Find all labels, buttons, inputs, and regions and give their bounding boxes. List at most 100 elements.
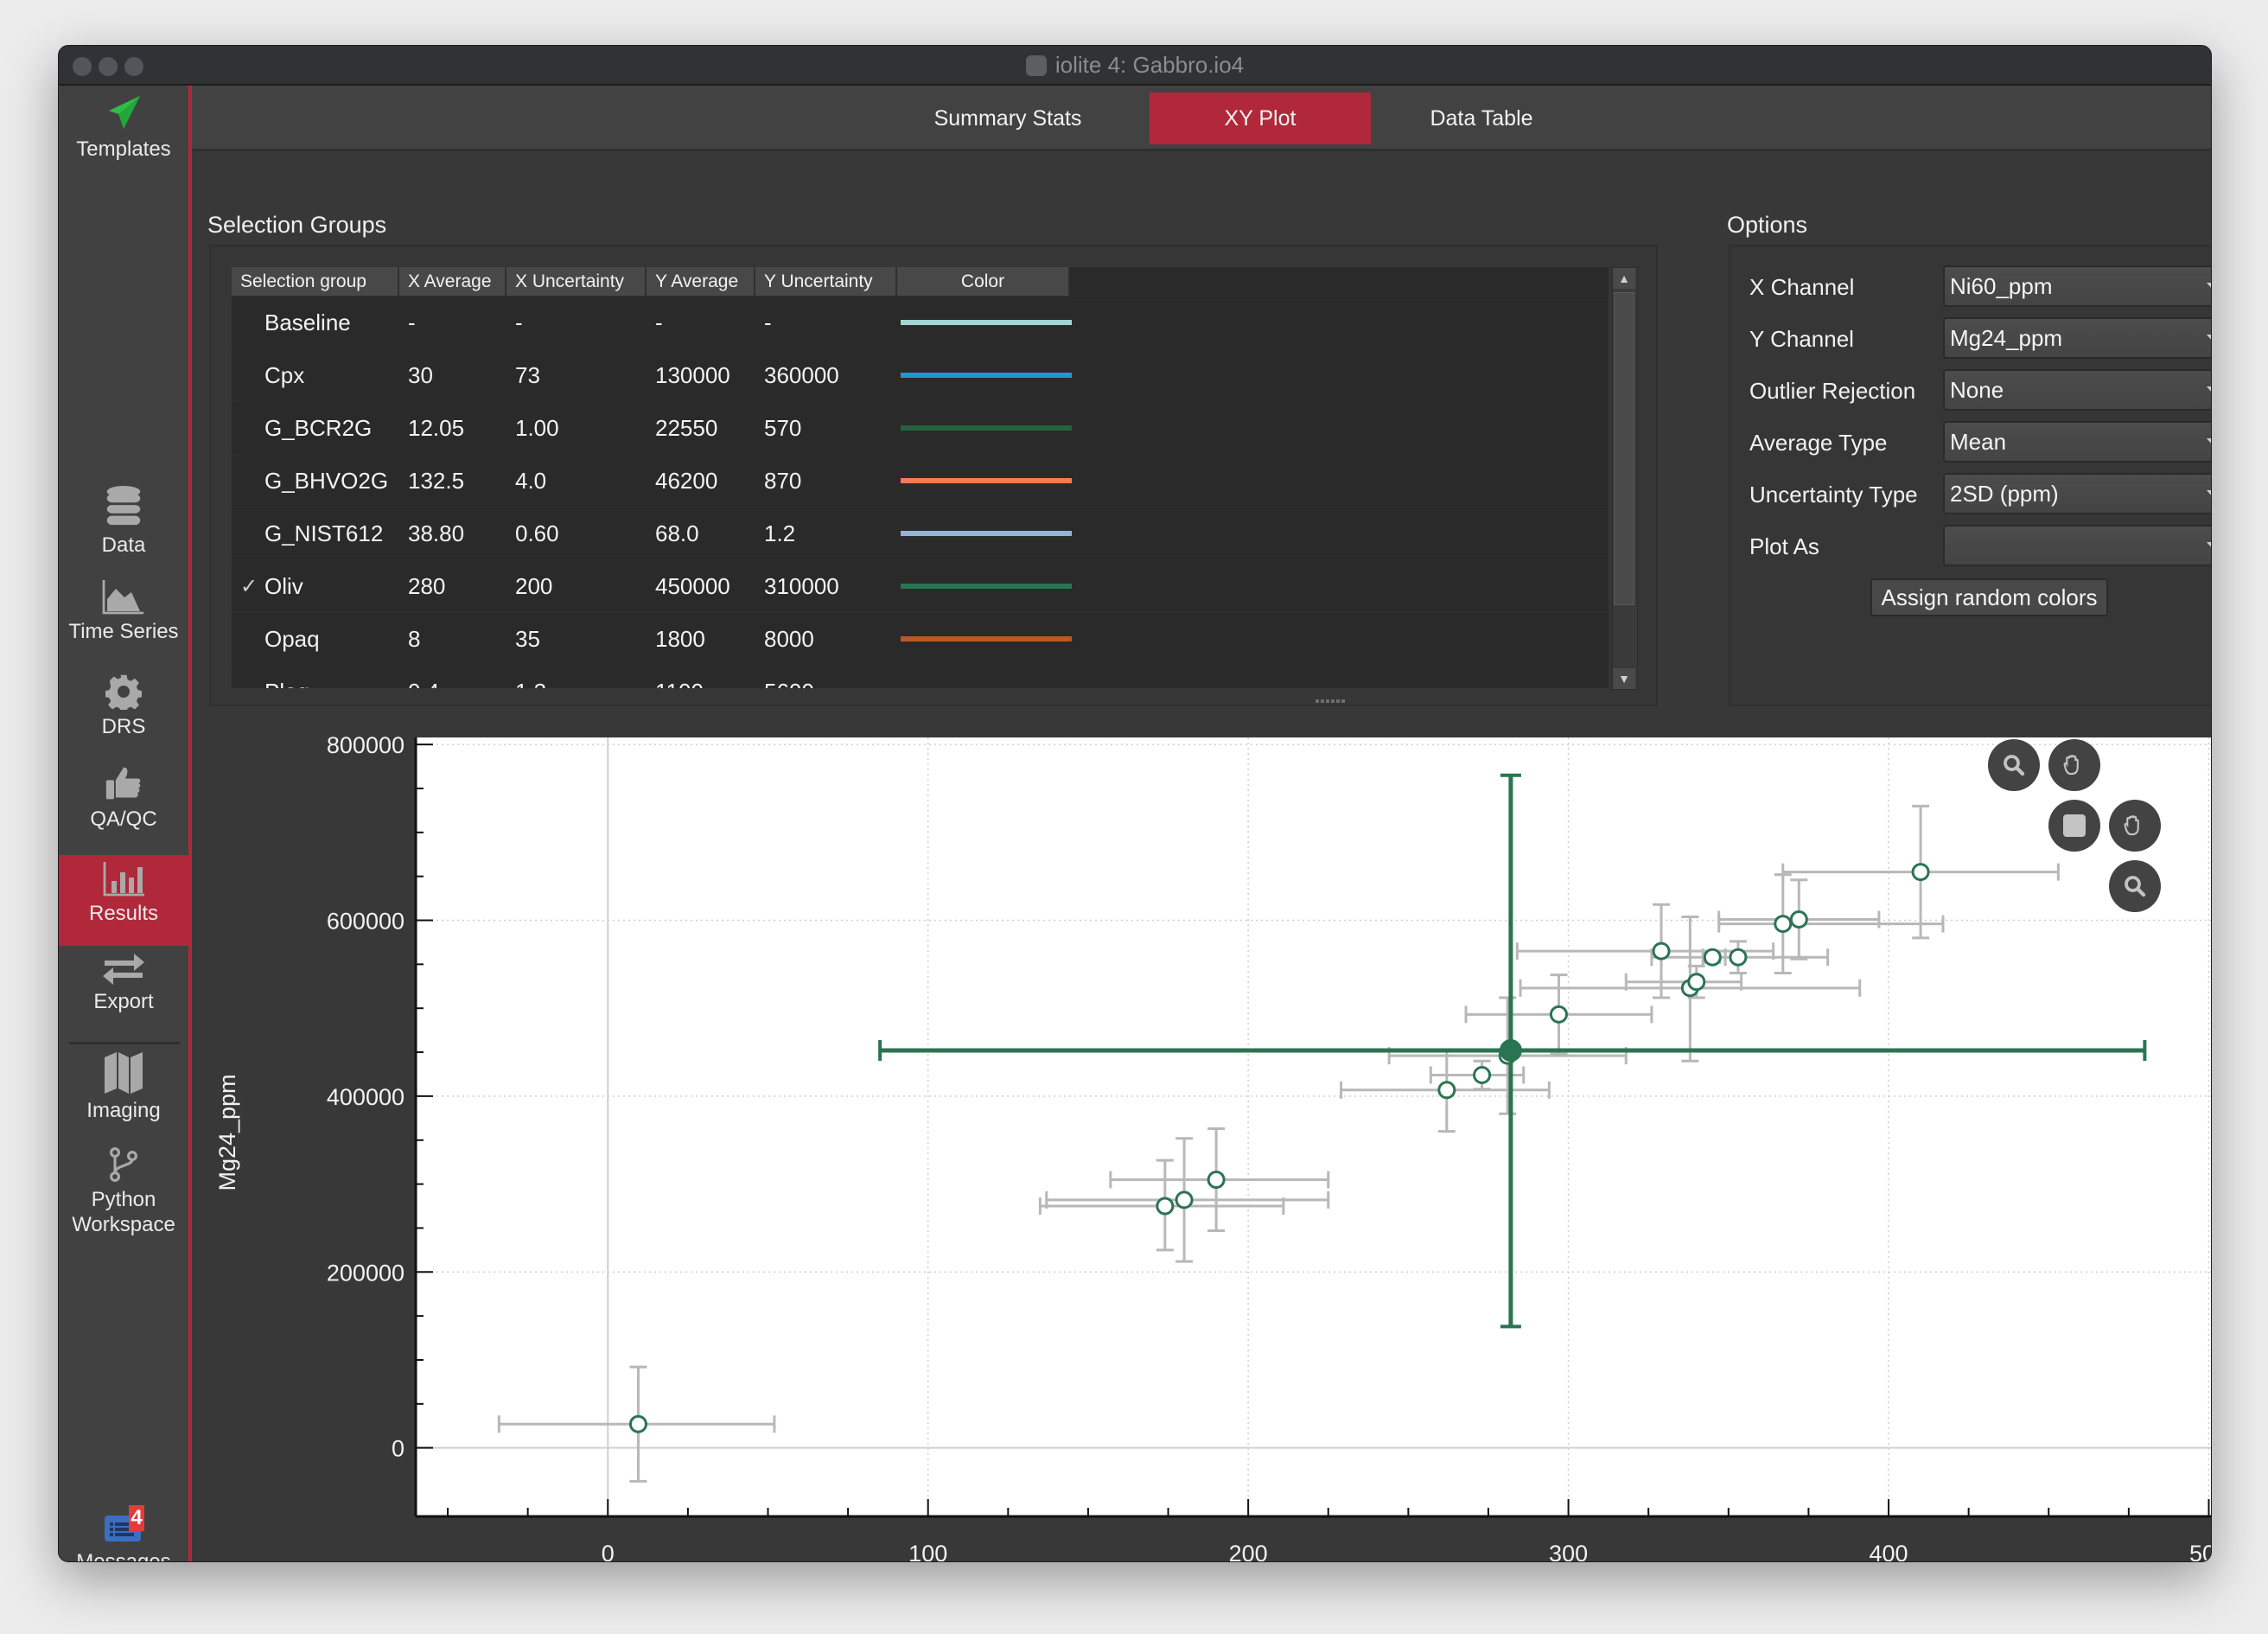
sidebar-item-label: Data	[101, 533, 146, 557]
scroll-down-arrow-icon[interactable]: ▼	[1613, 668, 1635, 689]
table-row[interactable]: ✓ Oliv 280 200 450000 310000	[232, 559, 1609, 612]
tab-summary-stats[interactable]: Summary Stats	[904, 93, 1112, 144]
cell-y-uncertainty: 870	[764, 467, 802, 494]
sidebar-item-label: Imaging	[86, 1099, 161, 1122]
scroll-up-arrow-icon[interactable]: ▲	[1613, 268, 1635, 289]
table-row[interactable]: G_NIST612 38.80 0.60 68.0 1.2	[232, 507, 1609, 559]
thumbs-up-icon	[105, 767, 141, 800]
data-point[interactable]	[1175, 1190, 1194, 1210]
column-header-x-average[interactable]: X Average	[399, 267, 506, 296]
data-point[interactable]	[1911, 863, 1930, 882]
table-row[interactable]: Baseline - - - -	[232, 296, 1609, 348]
cell-y-average: 1100	[647, 679, 755, 689]
group-color-swatch[interactable]	[901, 636, 1072, 641]
outlier-rejection-select[interactable]: None	[1943, 369, 2211, 411]
group-color-swatch[interactable]	[901, 584, 1072, 589]
pan-hand-icon[interactable]	[2109, 800, 2161, 852]
table-row[interactable]: Cpx 30 73 130000 360000	[232, 348, 1609, 401]
stop-square-icon[interactable]	[2048, 800, 2100, 852]
row-checkbox[interactable]: ✓	[240, 574, 261, 599]
data-point[interactable]	[1207, 1171, 1226, 1190]
plot-as-select[interactable]	[1943, 525, 2211, 566]
sidebar-item-python-workspace[interactable]: Python Workspace	[59, 1147, 188, 1260]
cell-y-average: 130000	[655, 361, 730, 388]
cell-x-average: 38.80	[408, 520, 465, 546]
chevron-down-icon	[2207, 283, 2211, 290]
column-header-y-average[interactable]: Y Average	[647, 267, 755, 296]
cell-x-uncertainty: 0.60	[515, 520, 559, 546]
data-point[interactable]	[1652, 941, 1671, 961]
cell-y-uncertainty: 1.2	[764, 520, 796, 546]
scrollbar-thumb[interactable]	[1614, 292, 1634, 605]
zoom-icon[interactable]	[1988, 739, 2040, 791]
column-header-y-uncertainty[interactable]: Y Uncertainty	[755, 267, 897, 296]
sidebar-separator	[69, 1042, 180, 1044]
data-point[interactable]	[1437, 1081, 1456, 1100]
group-color-swatch[interactable]	[901, 373, 1072, 378]
gear-icon	[105, 674, 142, 710]
sidebar-item-time-series[interactable]: Time Series	[59, 578, 188, 665]
column-header-x-uncertainty[interactable]: X Uncertainty	[506, 267, 647, 296]
assign-random-colors-button[interactable]: Assign random colors	[1870, 578, 2108, 616]
cell-y-average: 68.0	[655, 520, 699, 546]
panel-splitter-handle[interactable]	[1316, 699, 1350, 705]
pan-hand-icon[interactable]	[2048, 739, 2100, 791]
sidebar-item-label: Results	[88, 902, 159, 925]
chevron-down-icon	[2207, 386, 2211, 394]
table-row[interactable]: G_BCR2G 12.05 1.00 22550 570	[232, 401, 1609, 454]
sidebar-item-results[interactable]: Results	[59, 855, 188, 946]
group-color-swatch[interactable]	[901, 425, 1072, 431]
xy-plot[interactable]: 0 100 200 300 400 500 0 200000 400000 600000 80000…	[192, 726, 2211, 1562]
option-label: X Channel	[1749, 274, 1855, 300]
data-point[interactable]	[1789, 910, 1808, 929]
cell-selection-group: G_BCR2G	[264, 414, 373, 441]
cell-selection-group: Plag	[232, 679, 399, 689]
table-scrollbar[interactable]: ▲ ▼	[1612, 267, 1638, 690]
sidebar-item-export[interactable]: Export	[59, 952, 188, 1038]
data-point[interactable]	[1687, 973, 1706, 992]
group-color-swatch[interactable]	[901, 478, 1072, 483]
data-point[interactable]	[628, 1414, 647, 1433]
mean-data-point[interactable]	[1499, 1039, 1522, 1063]
sidebar-item-templates[interactable]: Templates	[59, 93, 188, 170]
tab-data-table[interactable]: Data Table	[1371, 93, 1592, 144]
data-point[interactable]	[1774, 915, 1793, 934]
sidebar: Templates Data Time Series DRS QA/QC Res…	[59, 86, 188, 1561]
data-point[interactable]	[1549, 1005, 1568, 1024]
column-header-color[interactable]: Color	[897, 267, 1070, 296]
data-point[interactable]	[1156, 1197, 1175, 1216]
paper-plane-icon	[108, 95, 141, 130]
sidebar-item-qaqc[interactable]: QA/QC	[59, 764, 188, 851]
group-color-swatch[interactable]	[901, 531, 1072, 536]
sidebar-item-drs[interactable]: DRS	[59, 673, 188, 760]
group-color-swatch[interactable]	[901, 320, 1072, 325]
results-tab-bar: Summary Stats XY Plot Data Table	[192, 86, 2211, 151]
table-row[interactable]: G_BHVO2G 132.5 4.0 46200 870	[232, 454, 1609, 507]
sidebar-item-label: DRS	[101, 715, 146, 738]
map-icon	[105, 1052, 143, 1094]
option-plot-as: Plot As	[1749, 525, 2211, 568]
x-channel-select[interactable]: Ni60_ppm	[1943, 265, 2211, 307]
plot-area[interactable]	[416, 737, 2211, 1516]
sidebar-item-messages[interactable]: 4 Messages	[59, 1505, 188, 1561]
tab-xy-plot[interactable]: XY Plot	[1150, 93, 1371, 144]
y-channel-select[interactable]: Mg24_ppm	[1943, 317, 2211, 359]
x-tick-label: 300	[1549, 1541, 1588, 1562]
uncertainty-type-select[interactable]: 2SD (ppm)	[1943, 473, 2211, 514]
data-point[interactable]	[1703, 948, 1722, 967]
exchange-arrows-icon	[103, 954, 144, 985]
cell-y-uncertainty: 5600	[755, 679, 897, 689]
data-point[interactable]	[1473, 1066, 1492, 1085]
sidebar-item-data[interactable]: Data	[59, 485, 188, 571]
cell-x-uncertainty: -	[515, 309, 523, 335]
sidebar-item-imaging[interactable]: Imaging	[59, 1052, 188, 1143]
zoom-icon[interactable]	[2109, 860, 2161, 912]
cell-y-average: 22550	[655, 414, 718, 441]
data-point[interactable]	[1729, 948, 1748, 967]
cell-x-average: 280	[408, 572, 446, 599]
cell-x-average: 12.05	[408, 414, 465, 441]
column-header-selection-group[interactable]: Selection group	[232, 267, 399, 296]
table-row[interactable]: Plag0.41.311005600	[232, 665, 1609, 688]
average-type-select[interactable]: Mean	[1943, 421, 2211, 463]
table-row[interactable]: Opaq 8 35 1800 8000	[232, 612, 1609, 665]
